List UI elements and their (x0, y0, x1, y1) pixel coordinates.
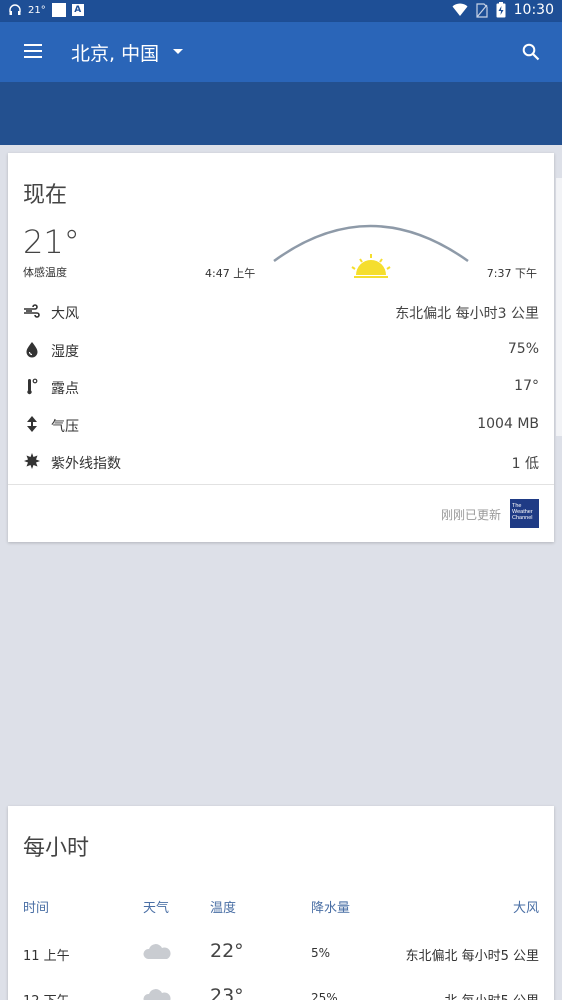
header-precip: 降水量 (311, 901, 351, 916)
dewpoint-value: 17° (514, 378, 539, 394)
weather-channel-logo[interactable]: The Weather Channel (510, 499, 539, 528)
a-notification-icon: A (71, 4, 84, 16)
hour-precip: 5% (311, 946, 331, 960)
hour-time: 12 下午 (23, 990, 70, 1000)
updated-text: 刚刚已更新 (440, 508, 501, 522)
current-temperature: 21° (23, 223, 80, 261)
condition-row-wind: 大风 东北偏北 每小时3 公里 (8, 293, 554, 331)
status-time: 10:30 (513, 2, 554, 18)
humidity-label: 湿度 (51, 343, 79, 360)
hour-precip: 25% (311, 991, 338, 1000)
sun-icon (351, 254, 391, 278)
header-temp: 温度 (210, 901, 237, 916)
condition-row-dewpoint: 露点 17° (8, 368, 554, 406)
side-card-peek (556, 178, 562, 436)
header-time: 时间 (23, 901, 50, 916)
hour-temp: 23° (210, 985, 244, 1000)
battery-charging-icon (496, 2, 506, 18)
hour-wind: 东北偏北 每小时5 公里 (405, 949, 539, 964)
sunrise-time: 4:47 上午 (205, 267, 256, 280)
condition-row-uv: 紫外线指数 1 低 (8, 443, 554, 481)
wifi-icon (452, 3, 468, 16)
feels-like-label: 体感温度 (23, 266, 67, 279)
cloud-icon (143, 944, 171, 959)
card-divider (8, 484, 554, 485)
uv-icon (24, 453, 40, 469)
hourly-table-header: 时间 天气 温度 降水量 大风 (8, 897, 554, 917)
wind-icon (24, 304, 40, 318)
dewpoint-label: 露点 (51, 381, 79, 397)
notification-square-icon (51, 3, 66, 17)
header-banner (0, 82, 562, 145)
uv-value: 1 低 (511, 456, 539, 472)
hourly-row[interactable]: 12 下午 23° 25% 北 每小时5 公里 (8, 985, 554, 1000)
hourly-forecast-card: 每小时 时间 天气 温度 降水量 大风 11 上午 22° 5% 东北偏北 每小… (8, 806, 554, 1000)
sunset-time: 7:37 下午 (486, 267, 537, 280)
app-bar: 北京, 中国 (0, 22, 562, 82)
location-dropdown-icon[interactable] (173, 49, 183, 54)
humidity-icon (26, 341, 38, 357)
wind-label: 大风 (51, 306, 79, 322)
status-bar: 21° A 10:30 (0, 0, 562, 22)
menu-icon[interactable] (24, 44, 42, 58)
status-temp: 21° (28, 4, 46, 16)
uv-label: 紫外线指数 (51, 456, 121, 472)
search-icon[interactable] (522, 43, 540, 61)
header-condition: 天气 (143, 901, 170, 916)
pressure-label: 气压 (51, 418, 79, 435)
conditions-list: 大风 东北偏北 每小时3 公里 湿度 75% 露点 17° 气压 1004 MB… (8, 293, 554, 481)
cloud-icon (143, 989, 171, 1000)
wind-value: 东北偏北 每小时3 公里 (395, 306, 539, 322)
humidity-value: 75% (507, 340, 539, 357)
header-wind: 大风 (512, 901, 539, 916)
sun-arc (273, 224, 469, 278)
hour-temp: 22° (210, 940, 244, 962)
pressure-icon (27, 415, 37, 432)
condition-row-humidity: 湿度 75% (8, 331, 554, 369)
pressure-value: 1004 MB (477, 415, 539, 432)
dewpoint-icon (27, 378, 38, 395)
hourly-row[interactable]: 11 上午 22° 5% 东北偏北 每小时5 公里 (8, 940, 554, 983)
hour-time: 11 上午 (23, 949, 70, 964)
current-conditions-card: 现在 21° 体感温度 4:47 上午 7:37 下午 大风 东北偏北 每小时3… (8, 153, 554, 542)
no-sim-icon (476, 2, 488, 18)
hour-wind: 北 每小时5 公里 (444, 990, 539, 1000)
headset-notification-icon (9, 4, 21, 15)
now-title: 现在 (23, 183, 68, 208)
hourly-title: 每小时 (23, 836, 90, 861)
condition-row-pressure: 气压 1004 MB (8, 406, 554, 444)
location-title[interactable]: 北京, 中国 (71, 39, 159, 66)
